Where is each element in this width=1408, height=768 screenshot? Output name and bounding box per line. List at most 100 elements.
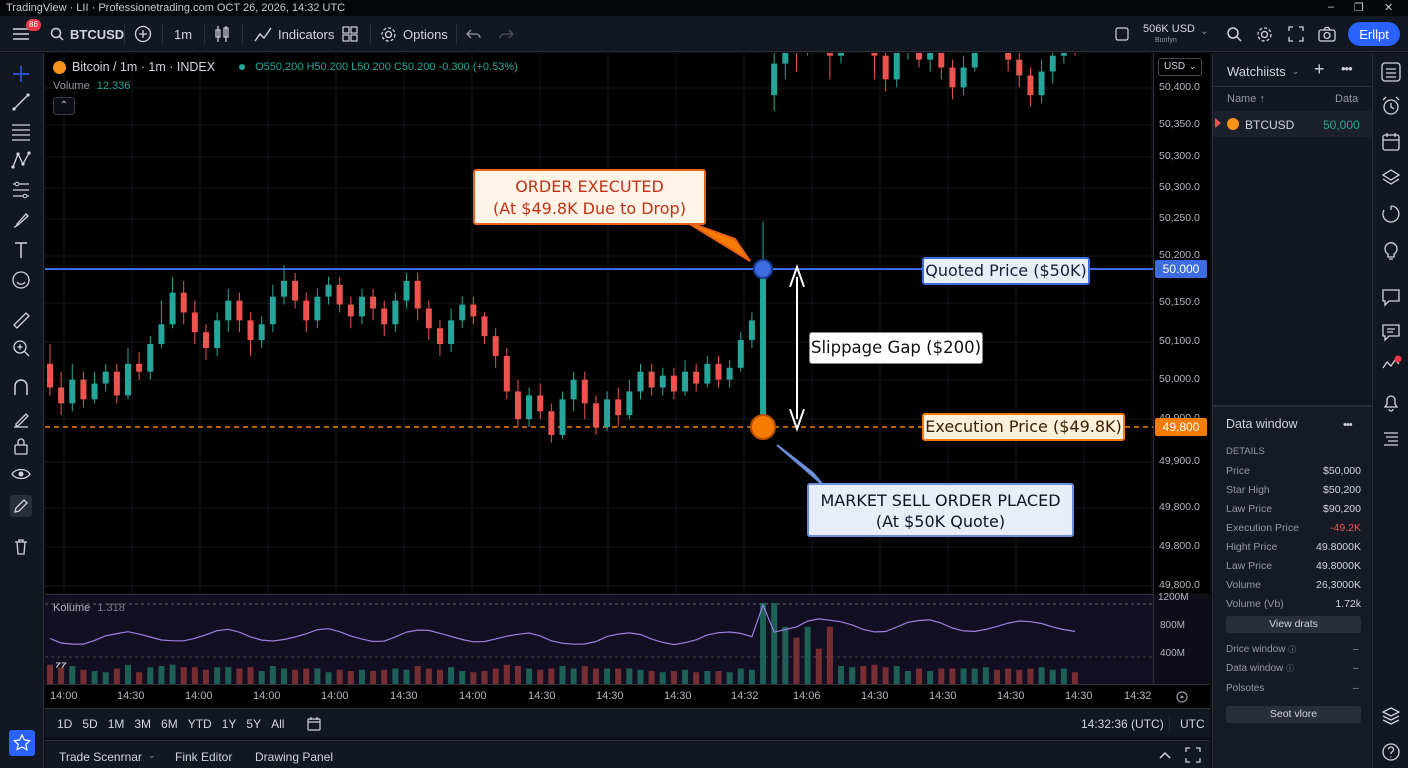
favorites-icon[interactable] bbox=[9, 730, 35, 756]
redo-button[interactable] bbox=[498, 16, 514, 52]
watchlist-col-data[interactable]: Data bbox=[1335, 93, 1358, 105]
view-details-button[interactable]: View drats bbox=[1226, 616, 1361, 633]
eye-icon[interactable] bbox=[10, 463, 32, 485]
currency-select[interactable]: USD ⌄ bbox=[1158, 58, 1202, 76]
range-button-ytd[interactable]: YTD bbox=[188, 717, 212, 731]
chat-icon[interactable] bbox=[1380, 286, 1402, 308]
tab-pine-editor[interactable]: Fink Editor bbox=[175, 750, 232, 764]
range-button-1m[interactable]: 1M bbox=[108, 717, 125, 731]
collapse-icon[interactable]: – bbox=[1353, 663, 1359, 674]
tab-drawing-panel[interactable]: Drawing Panel bbox=[255, 750, 333, 764]
volume-bar bbox=[994, 669, 1001, 685]
candle-body bbox=[726, 367, 733, 380]
bell-icon[interactable] bbox=[1380, 391, 1402, 413]
dom-icon[interactable] bbox=[1380, 427, 1402, 449]
search-icon bbox=[1227, 27, 1242, 42]
range-button-6m[interactable]: 6M bbox=[161, 717, 178, 731]
watchlist-col-name[interactable]: Name ↑ bbox=[1227, 93, 1265, 105]
watchlist-title[interactable]: Watchiists ⌄ bbox=[1227, 64, 1299, 79]
fullscreen-button[interactable] bbox=[1288, 16, 1304, 52]
range-button-1y[interactable]: 1Y bbox=[222, 717, 237, 731]
calendar-icon[interactable] bbox=[1380, 131, 1402, 153]
brush-icon[interactable] bbox=[10, 209, 32, 231]
search-button[interactable] bbox=[1226, 16, 1242, 52]
time-tick: 14:30 bbox=[1065, 690, 1093, 702]
candle-body bbox=[202, 332, 209, 348]
compare-button[interactable] bbox=[134, 16, 152, 52]
volume-pane[interactable]: Kolume 1.318 ⁷⁷ bbox=[45, 594, 1153, 685]
messages-icon[interactable] bbox=[1380, 321, 1402, 343]
link-positions[interactable]: Polsotes bbox=[1226, 683, 1264, 694]
trend-line-icon[interactable] bbox=[10, 91, 32, 113]
magnet-icon[interactable] bbox=[10, 377, 32, 399]
link-data-window[interactable]: Data window ⓘ bbox=[1226, 663, 1294, 674]
account-toggle[interactable] bbox=[1115, 16, 1129, 52]
volume-bar bbox=[1060, 668, 1067, 685]
lock-icon[interactable] bbox=[10, 435, 32, 457]
maximize-panel-icon[interactable] bbox=[1185, 747, 1201, 763]
settings-button[interactable] bbox=[1256, 16, 1273, 52]
range-button-all[interactable]: All bbox=[271, 717, 284, 731]
volume-bar bbox=[69, 666, 76, 685]
candle-body bbox=[225, 300, 232, 321]
minimize-button[interactable]: – bbox=[1328, 1, 1334, 13]
ruler-icon[interactable] bbox=[10, 309, 32, 331]
projection-icon[interactable] bbox=[10, 179, 32, 201]
account-value[interactable]: 506K USD bbox=[1143, 23, 1195, 35]
collapse-legend-button[interactable]: ⌃ bbox=[53, 97, 75, 115]
collapse-icon[interactable]: – bbox=[1353, 644, 1359, 655]
more-icon[interactable]: ••• bbox=[1343, 419, 1353, 431]
timezone-select[interactable]: UTC bbox=[1180, 717, 1205, 731]
history-icon[interactable] bbox=[1380, 203, 1402, 225]
text-tool-icon[interactable] bbox=[10, 239, 32, 261]
see-more-button[interactable]: Seot vlore bbox=[1226, 706, 1361, 723]
range-button-1d[interactable]: 1D bbox=[57, 717, 72, 731]
data-window-row: Law Price 49.8000K bbox=[1226, 560, 1361, 579]
snapshot-button[interactable] bbox=[1318, 16, 1336, 52]
chart-pane[interactable]: Bitcoin / 1m · 1m · INDEX O550,200 H50.2… bbox=[45, 53, 1153, 593]
range-button-5y[interactable]: 5Y bbox=[246, 717, 261, 731]
fib-retracement-icon[interactable] bbox=[10, 121, 32, 143]
pattern-icon[interactable] bbox=[10, 149, 32, 171]
options-button[interactable]: Options bbox=[380, 16, 448, 52]
chevron-up-icon[interactable] bbox=[1158, 749, 1172, 761]
chart-type-button[interactable] bbox=[214, 16, 230, 52]
undo-button[interactable] bbox=[466, 16, 482, 52]
close-window-button[interactable]: ✕ bbox=[1384, 1, 1393, 14]
volume-chart[interactable] bbox=[45, 595, 1153, 685]
watchlist-row[interactable]: BTCUSD 50,000 bbox=[1213, 111, 1373, 137]
help-icon[interactable] bbox=[1380, 741, 1402, 763]
symbol-search[interactable]: BTCUSD bbox=[50, 16, 124, 52]
link-price-window[interactable]: Drice window ⓘ bbox=[1226, 644, 1296, 655]
tab-trade-scanner[interactable]: Trade Scenrnar ⌄ bbox=[59, 750, 155, 764]
layouts-button[interactable] bbox=[342, 16, 358, 52]
axis-settings-icon[interactable] bbox=[1175, 690, 1189, 704]
range-button-5d[interactable]: 5D bbox=[82, 717, 97, 731]
trash-icon[interactable] bbox=[10, 535, 32, 557]
go-to-date-icon[interactable] bbox=[306, 716, 322, 732]
alarm-clock-icon[interactable] bbox=[1380, 95, 1402, 117]
indicators-button[interactable]: Indicators bbox=[254, 16, 334, 52]
emoji-icon[interactable] bbox=[10, 269, 32, 291]
volume-bar bbox=[113, 668, 120, 685]
collapse-icon[interactable]: – bbox=[1353, 683, 1359, 694]
zoom-icon[interactable] bbox=[10, 337, 32, 359]
publish-button[interactable]: Erllpt bbox=[1348, 22, 1400, 46]
stack-icon[interactable] bbox=[1380, 705, 1402, 727]
maximize-button[interactable]: ❐ bbox=[1354, 1, 1364, 14]
range-button-3m[interactable]: 3M bbox=[134, 717, 151, 731]
add-symbol-button[interactable]: + bbox=[1314, 59, 1325, 80]
watchlist-icon[interactable] bbox=[1380, 61, 1402, 83]
lightbulb-icon[interactable] bbox=[1380, 239, 1402, 261]
more-icon[interactable]: ••• bbox=[1341, 61, 1353, 76]
ideas-icon[interactable] bbox=[1380, 355, 1402, 377]
interval-button[interactable]: 1m bbox=[174, 16, 192, 52]
chevron-down-icon[interactable]: ⌄ bbox=[1200, 26, 1208, 37]
price-scale[interactable]: USD ⌄ 50,400.0 50,350.0 50,300.0 50,300.0 50,… bbox=[1153, 53, 1210, 593]
drawing-toolbar bbox=[0, 53, 44, 768]
layers-icon[interactable] bbox=[1380, 167, 1402, 189]
crosshair-icon[interactable] bbox=[10, 63, 32, 85]
pencil-icon[interactable] bbox=[10, 495, 32, 517]
time-axis[interactable]: 14:00 14:30 14:00 14:00 14:00 14:30 14:00 14:30… bbox=[45, 684, 1210, 708]
lock-drawing-icon[interactable] bbox=[10, 407, 32, 429]
